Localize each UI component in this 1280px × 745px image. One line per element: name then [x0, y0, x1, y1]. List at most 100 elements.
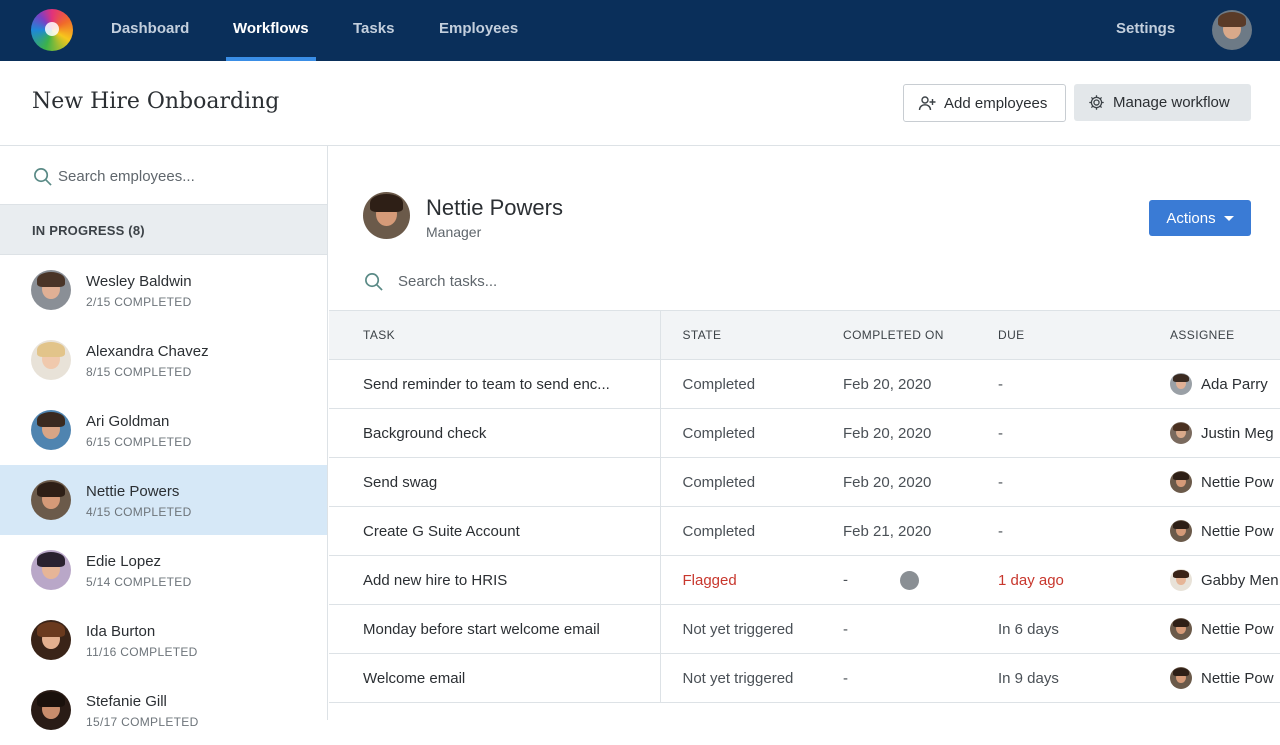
table-row[interactable]: Create G Suite Account Completed Feb 21,… — [329, 506, 1280, 556]
table-row[interactable]: Background check Completed Feb 20, 2020 … — [329, 408, 1280, 458]
task-state: Not yet triggered — [660, 604, 821, 654]
add-user-icon — [918, 96, 936, 111]
employee-list-item[interactable]: Wesley Baldwin 2/15 COMPLETED — [0, 255, 327, 325]
table-row[interactable]: Welcome email Not yet triggered - In 9 d… — [329, 653, 1280, 703]
assignee-avatar — [1170, 569, 1192, 591]
nav-tasks[interactable]: Tasks — [353, 20, 394, 37]
task-state: Completed — [660, 457, 821, 507]
assignee-name: Gabby Men — [1201, 571, 1279, 589]
employee-name: Alexandra Chavez — [86, 343, 209, 360]
cursor-indicator-icon — [900, 570, 919, 590]
column-header-task[interactable]: TASK — [329, 310, 661, 360]
assignee-name: Ada Parry — [1201, 375, 1268, 393]
task-completed-on: - — [821, 653, 963, 703]
task-due: - — [963, 457, 1152, 507]
employee-name: Edie Lopez — [86, 553, 162, 570]
table-row[interactable]: Send swag Completed Feb 20, 2020 - Netti… — [329, 457, 1280, 507]
employee-list-item[interactable]: Ida Burton 11/16 COMPLETED — [0, 605, 327, 675]
assignee-avatar — [1170, 471, 1192, 493]
employee-search — [0, 146, 327, 205]
search-icon — [34, 168, 52, 186]
task-name: Send swag — [329, 457, 661, 507]
gear-icon — [1089, 95, 1104, 110]
task-name: Monday before start welcome email — [329, 604, 661, 654]
task-name: Send reminder to team to send enc... — [329, 359, 661, 409]
employee-avatar — [31, 620, 71, 660]
nav-settings[interactable]: Settings — [1116, 20, 1175, 37]
assignee-name: Justin Meg — [1201, 424, 1274, 442]
employee-avatar — [31, 690, 71, 730]
employee-progress: 4/15 COMPLETED — [86, 505, 192, 519]
task-name: Add new hire to HRIS — [329, 555, 661, 605]
employee-list-item-selected[interactable]: Nettie Powers 4/15 COMPLETED — [0, 465, 327, 535]
employee-progress: 8/15 COMPLETED — [86, 365, 192, 379]
nav-employees[interactable]: Employees — [439, 20, 518, 37]
task-due: - — [963, 408, 1152, 458]
assignee-avatar — [1170, 520, 1192, 542]
employee-progress: 6/15 COMPLETED — [86, 435, 192, 449]
column-header-state[interactable]: STATE — [660, 310, 821, 360]
employee-list-item[interactable]: Stefanie Gill 15/17 COMPLETED — [0, 675, 327, 745]
employee-avatar — [31, 480, 71, 520]
manage-workflow-button[interactable]: Manage workflow — [1074, 84, 1251, 121]
actions-dropdown-button[interactable]: Actions — [1149, 200, 1251, 236]
assignee-name: Nettie Pow — [1201, 473, 1274, 491]
task-state: Completed — [660, 506, 821, 556]
task-state: Not yet triggered — [660, 653, 821, 703]
add-employees-button[interactable]: Add employees — [903, 84, 1066, 122]
profile-role: Manager — [426, 224, 482, 240]
employee-avatar — [31, 550, 71, 590]
employee-name: Ari Goldman — [86, 413, 170, 430]
column-header-assignee[interactable]: ASSIGNEE — [1152, 310, 1280, 360]
nav-dashboard[interactable]: Dashboard — [111, 20, 189, 37]
task-name: Welcome email — [329, 653, 661, 703]
page-title: New Hire Onboarding — [32, 89, 280, 114]
search-tasks-input[interactable] — [398, 269, 698, 293]
table-row[interactable]: Add new hire to HRIS Flagged - 1 day ago… — [329, 555, 1280, 605]
table-row[interactable]: Monday before start welcome email Not ye… — [329, 604, 1280, 654]
employee-avatar — [31, 340, 71, 380]
app-logo-icon[interactable] — [31, 9, 73, 51]
table-header-row: TASK STATE COMPLETED ON DUE ASSIGNEE — [329, 310, 1280, 360]
search-employees-input[interactable] — [58, 164, 308, 188]
task-assignee: Nettie Pow — [1170, 471, 1280, 493]
task-state: Completed — [660, 359, 821, 409]
task-due: - — [963, 506, 1152, 556]
employee-progress: 5/14 COMPLETED — [86, 575, 192, 589]
employee-avatar — [31, 270, 71, 310]
nav-workflows[interactable]: Workflows — [233, 20, 309, 37]
employee-name: Ida Burton — [86, 623, 156, 640]
task-assignee: Nettie Pow — [1170, 618, 1280, 640]
employee-list-item[interactable]: Edie Lopez 5/14 COMPLETED — [0, 535, 327, 605]
task-completed-on: Feb 20, 2020 — [821, 457, 963, 507]
task-completed-on: - — [843, 570, 848, 588]
page-header: New Hire Onboarding Add employees Manage… — [0, 61, 1280, 146]
assignee-name: Nettie Pow — [1201, 522, 1274, 540]
task-completed-on: Feb 20, 2020 — [821, 359, 963, 409]
assignee-name: Nettie Pow — [1201, 620, 1274, 638]
task-state: Completed — [660, 408, 821, 458]
task-assignee: Nettie Pow — [1170, 667, 1280, 689]
task-name: Create G Suite Account — [329, 506, 661, 556]
task-assignee: Ada Parry — [1170, 373, 1280, 395]
task-completed-on: Feb 21, 2020 — [821, 506, 963, 556]
assignee-avatar — [1170, 618, 1192, 640]
column-header-completed-on[interactable]: COMPLETED ON — [821, 310, 963, 360]
task-due: In 6 days — [963, 604, 1152, 654]
employee-name: Wesley Baldwin — [86, 273, 192, 290]
task-due: In 9 days — [963, 653, 1152, 703]
in-progress-section-header: IN PROGRESS (8) — [0, 205, 327, 255]
employee-name: Stefanie Gill — [86, 693, 167, 710]
task-name: Background check — [329, 408, 661, 458]
column-header-due[interactable]: DUE — [963, 310, 1152, 360]
user-avatar[interactable] — [1212, 10, 1252, 50]
assignee-avatar — [1170, 422, 1192, 444]
table-row[interactable]: Send reminder to team to send enc... Com… — [329, 359, 1280, 409]
employee-list-item[interactable]: Ari Goldman 6/15 COMPLETED — [0, 395, 327, 465]
task-assignee: Gabby Men — [1170, 569, 1280, 591]
employee-list-item[interactable]: Alexandra Chavez 8/15 COMPLETED — [0, 325, 327, 395]
task-assignee: Justin Meg — [1170, 422, 1280, 444]
search-icon — [365, 273, 383, 291]
add-employees-label: Add employees — [944, 94, 1048, 112]
task-completed-on: - — [821, 604, 963, 654]
